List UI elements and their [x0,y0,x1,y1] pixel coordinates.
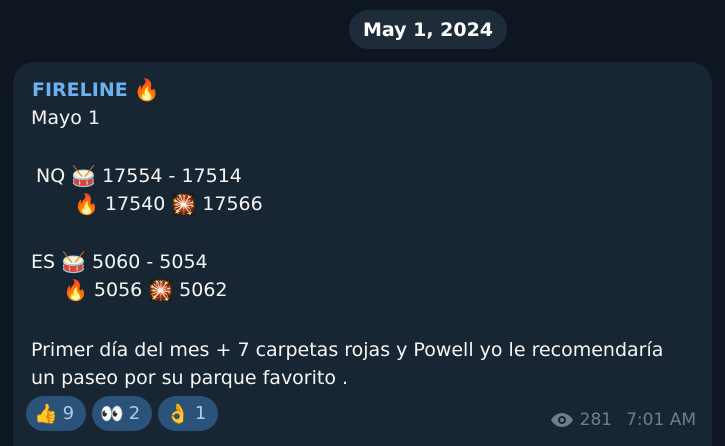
reaction-ok-hand[interactable]: 👌 1 [158,396,219,431]
drum-icon: 🥁 [61,250,86,274]
message-meta: 281 7:01 AM [550,410,696,430]
eyes-icon: 👀 [100,403,124,425]
target-value: 5056 [93,279,143,301]
eye-icon [550,413,573,427]
channel-name-text: FIRELINE [32,79,128,101]
reactions-bar: 👍 9 👀 2 👌 1 [26,396,219,431]
firework-icon: 🎇 [171,192,197,216]
message-date-text: Mayo 1 [31,107,101,129]
price-range: 5060 - 5054 [91,251,208,273]
fire-icon: 🔥 [63,278,88,302]
message-line-date: Mayo 1 [31,104,100,132]
date-label: May 1, 2024 [362,18,494,41]
target-value: 17540 [104,193,166,215]
message-body: Primer día del mes + 7 carpetas rojas y … [31,339,664,389]
chat-view: May 1, 2024 FIRELINE 🔥 Mayo 1 NQ 🥁 17554… [0,0,725,446]
reaction-eyes[interactable]: 👀 2 [92,396,153,431]
view-count: 281 [579,410,613,430]
firework-icon: 🎇 [148,278,174,302]
fire-icon: 🔥 [133,77,160,102]
ticker-label: NQ [36,165,66,187]
message-line-es: ES 🥁 5060 - 5054 [31,248,208,276]
reaction-thumbs-up[interactable]: 👍 9 [26,396,87,431]
message-time: 7:01 AM [626,410,696,430]
thumbs-up-icon: 👍 [34,403,58,425]
ticker-label: ES [31,251,56,273]
message-line-es-targets: 🔥 5056 🎇 5062 [57,276,228,304]
channel-name[interactable]: FIRELINE 🔥 [32,76,160,104]
message-line-nq: NQ 🥁 17554 - 17514 [36,162,242,190]
target-value: 17566 [202,193,263,215]
fire-icon: 🔥 [74,192,99,216]
reaction-count: 2 [128,403,141,424]
drum-icon: 🥁 [71,164,97,188]
target-value: 5062 [179,279,228,301]
price-range: 17554 - 17514 [102,165,242,187]
reaction-count: 9 [62,403,75,424]
reaction-count: 1 [194,403,207,424]
date-separator: May 1, 2024 [349,10,507,49]
message-line-nq-targets: 🔥 17540 🎇 17566 [68,190,263,218]
ok-hand-icon: 👌 [166,403,190,425]
